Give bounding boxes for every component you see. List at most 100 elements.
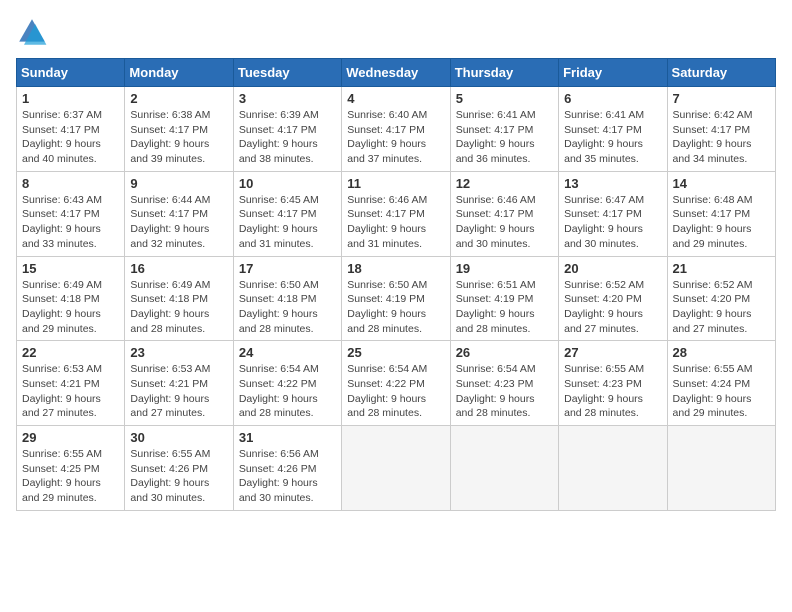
day-number: 1: [22, 91, 119, 106]
day-number: 11: [347, 176, 444, 191]
cell-content: Sunrise: 6:53 AM Sunset: 4:21 PM Dayligh…: [22, 362, 119, 421]
calendar-cell: 7 Sunrise: 6:42 AM Sunset: 4:17 PM Dayli…: [667, 87, 775, 172]
calendar-cell: 5 Sunrise: 6:41 AM Sunset: 4:17 PM Dayli…: [450, 87, 558, 172]
day-number: 12: [456, 176, 553, 191]
day-number: 19: [456, 261, 553, 276]
day-number: 28: [673, 345, 770, 360]
day-number: 21: [673, 261, 770, 276]
day-number: 29: [22, 430, 119, 445]
calendar-cell: 29 Sunrise: 6:55 AM Sunset: 4:25 PM Dayl…: [17, 426, 125, 511]
calendar-cell: 26 Sunrise: 6:54 AM Sunset: 4:23 PM Dayl…: [450, 341, 558, 426]
cell-content: Sunrise: 6:43 AM Sunset: 4:17 PM Dayligh…: [22, 193, 119, 252]
day-number: 8: [22, 176, 119, 191]
cell-content: Sunrise: 6:55 AM Sunset: 4:24 PM Dayligh…: [673, 362, 770, 421]
cell-content: Sunrise: 6:56 AM Sunset: 4:26 PM Dayligh…: [239, 447, 336, 506]
cell-content: Sunrise: 6:50 AM Sunset: 4:19 PM Dayligh…: [347, 278, 444, 337]
calendar-cell: [559, 426, 667, 511]
day-number: 10: [239, 176, 336, 191]
week-row-3: 15 Sunrise: 6:49 AM Sunset: 4:18 PM Dayl…: [17, 256, 776, 341]
day-number: 13: [564, 176, 661, 191]
calendar-cell: 9 Sunrise: 6:44 AM Sunset: 4:17 PM Dayli…: [125, 171, 233, 256]
calendar-cell: 19 Sunrise: 6:51 AM Sunset: 4:19 PM Dayl…: [450, 256, 558, 341]
cell-content: Sunrise: 6:49 AM Sunset: 4:18 PM Dayligh…: [22, 278, 119, 337]
day-number: 7: [673, 91, 770, 106]
calendar-cell: 13 Sunrise: 6:47 AM Sunset: 4:17 PM Dayl…: [559, 171, 667, 256]
cell-content: Sunrise: 6:53 AM Sunset: 4:21 PM Dayligh…: [130, 362, 227, 421]
cell-content: Sunrise: 6:55 AM Sunset: 4:23 PM Dayligh…: [564, 362, 661, 421]
calendar-cell: 30 Sunrise: 6:55 AM Sunset: 4:26 PM Dayl…: [125, 426, 233, 511]
calendar-cell: 24 Sunrise: 6:54 AM Sunset: 4:22 PM Dayl…: [233, 341, 341, 426]
cell-content: Sunrise: 6:41 AM Sunset: 4:17 PM Dayligh…: [564, 108, 661, 167]
calendar-table: SundayMondayTuesdayWednesdayThursdayFrid…: [16, 58, 776, 511]
day-number: 22: [22, 345, 119, 360]
col-header-wednesday: Wednesday: [342, 59, 450, 87]
header: [16, 16, 776, 48]
calendar-cell: 16 Sunrise: 6:49 AM Sunset: 4:18 PM Dayl…: [125, 256, 233, 341]
day-number: 14: [673, 176, 770, 191]
cell-content: Sunrise: 6:54 AM Sunset: 4:22 PM Dayligh…: [347, 362, 444, 421]
day-number: 17: [239, 261, 336, 276]
cell-content: Sunrise: 6:46 AM Sunset: 4:17 PM Dayligh…: [456, 193, 553, 252]
calendar-cell: 25 Sunrise: 6:54 AM Sunset: 4:22 PM Dayl…: [342, 341, 450, 426]
cell-content: Sunrise: 6:54 AM Sunset: 4:23 PM Dayligh…: [456, 362, 553, 421]
calendar-cell: 18 Sunrise: 6:50 AM Sunset: 4:19 PM Dayl…: [342, 256, 450, 341]
cell-content: Sunrise: 6:42 AM Sunset: 4:17 PM Dayligh…: [673, 108, 770, 167]
day-number: 30: [130, 430, 227, 445]
calendar-cell: 1 Sunrise: 6:37 AM Sunset: 4:17 PM Dayli…: [17, 87, 125, 172]
cell-content: Sunrise: 6:44 AM Sunset: 4:17 PM Dayligh…: [130, 193, 227, 252]
calendar-cell: 3 Sunrise: 6:39 AM Sunset: 4:17 PM Dayli…: [233, 87, 341, 172]
cell-content: Sunrise: 6:48 AM Sunset: 4:17 PM Dayligh…: [673, 193, 770, 252]
day-number: 6: [564, 91, 661, 106]
day-number: 25: [347, 345, 444, 360]
cell-content: Sunrise: 6:50 AM Sunset: 4:18 PM Dayligh…: [239, 278, 336, 337]
week-row-4: 22 Sunrise: 6:53 AM Sunset: 4:21 PM Dayl…: [17, 341, 776, 426]
col-header-tuesday: Tuesday: [233, 59, 341, 87]
calendar-cell: 27 Sunrise: 6:55 AM Sunset: 4:23 PM Dayl…: [559, 341, 667, 426]
col-header-thursday: Thursday: [450, 59, 558, 87]
cell-content: Sunrise: 6:37 AM Sunset: 4:17 PM Dayligh…: [22, 108, 119, 167]
week-row-2: 8 Sunrise: 6:43 AM Sunset: 4:17 PM Dayli…: [17, 171, 776, 256]
day-number: 23: [130, 345, 227, 360]
cell-content: Sunrise: 6:55 AM Sunset: 4:26 PM Dayligh…: [130, 447, 227, 506]
cell-content: Sunrise: 6:46 AM Sunset: 4:17 PM Dayligh…: [347, 193, 444, 252]
day-number: 26: [456, 345, 553, 360]
day-number: 2: [130, 91, 227, 106]
col-header-friday: Friday: [559, 59, 667, 87]
col-header-saturday: Saturday: [667, 59, 775, 87]
calendar-cell: 11 Sunrise: 6:46 AM Sunset: 4:17 PM Dayl…: [342, 171, 450, 256]
day-number: 18: [347, 261, 444, 276]
day-number: 24: [239, 345, 336, 360]
calendar-cell: 10 Sunrise: 6:45 AM Sunset: 4:17 PM Dayl…: [233, 171, 341, 256]
calendar-cell: 8 Sunrise: 6:43 AM Sunset: 4:17 PM Dayli…: [17, 171, 125, 256]
cell-content: Sunrise: 6:54 AM Sunset: 4:22 PM Dayligh…: [239, 362, 336, 421]
day-number: 20: [564, 261, 661, 276]
calendar-cell: 6 Sunrise: 6:41 AM Sunset: 4:17 PM Dayli…: [559, 87, 667, 172]
calendar-cell: 22 Sunrise: 6:53 AM Sunset: 4:21 PM Dayl…: [17, 341, 125, 426]
cell-content: Sunrise: 6:52 AM Sunset: 4:20 PM Dayligh…: [564, 278, 661, 337]
logo-icon: [16, 16, 48, 48]
col-header-monday: Monday: [125, 59, 233, 87]
week-row-1: 1 Sunrise: 6:37 AM Sunset: 4:17 PM Dayli…: [17, 87, 776, 172]
calendar-cell: 4 Sunrise: 6:40 AM Sunset: 4:17 PM Dayli…: [342, 87, 450, 172]
col-header-sunday: Sunday: [17, 59, 125, 87]
day-number: 15: [22, 261, 119, 276]
day-number: 16: [130, 261, 227, 276]
day-number: 9: [130, 176, 227, 191]
cell-content: Sunrise: 6:49 AM Sunset: 4:18 PM Dayligh…: [130, 278, 227, 337]
calendar-cell: [342, 426, 450, 511]
calendar-cell: 14 Sunrise: 6:48 AM Sunset: 4:17 PM Dayl…: [667, 171, 775, 256]
day-number: 5: [456, 91, 553, 106]
cell-content: Sunrise: 6:51 AM Sunset: 4:19 PM Dayligh…: [456, 278, 553, 337]
day-number: 27: [564, 345, 661, 360]
calendar-cell: 17 Sunrise: 6:50 AM Sunset: 4:18 PM Dayl…: [233, 256, 341, 341]
day-number: 3: [239, 91, 336, 106]
calendar-cell: 2 Sunrise: 6:38 AM Sunset: 4:17 PM Dayli…: [125, 87, 233, 172]
cell-content: Sunrise: 6:47 AM Sunset: 4:17 PM Dayligh…: [564, 193, 661, 252]
calendar-cell: 20 Sunrise: 6:52 AM Sunset: 4:20 PM Dayl…: [559, 256, 667, 341]
calendar-cell: 15 Sunrise: 6:49 AM Sunset: 4:18 PM Dayl…: [17, 256, 125, 341]
cell-content: Sunrise: 6:39 AM Sunset: 4:17 PM Dayligh…: [239, 108, 336, 167]
cell-content: Sunrise: 6:52 AM Sunset: 4:20 PM Dayligh…: [673, 278, 770, 337]
calendar-cell: [667, 426, 775, 511]
header-row: SundayMondayTuesdayWednesdayThursdayFrid…: [17, 59, 776, 87]
cell-content: Sunrise: 6:45 AM Sunset: 4:17 PM Dayligh…: [239, 193, 336, 252]
